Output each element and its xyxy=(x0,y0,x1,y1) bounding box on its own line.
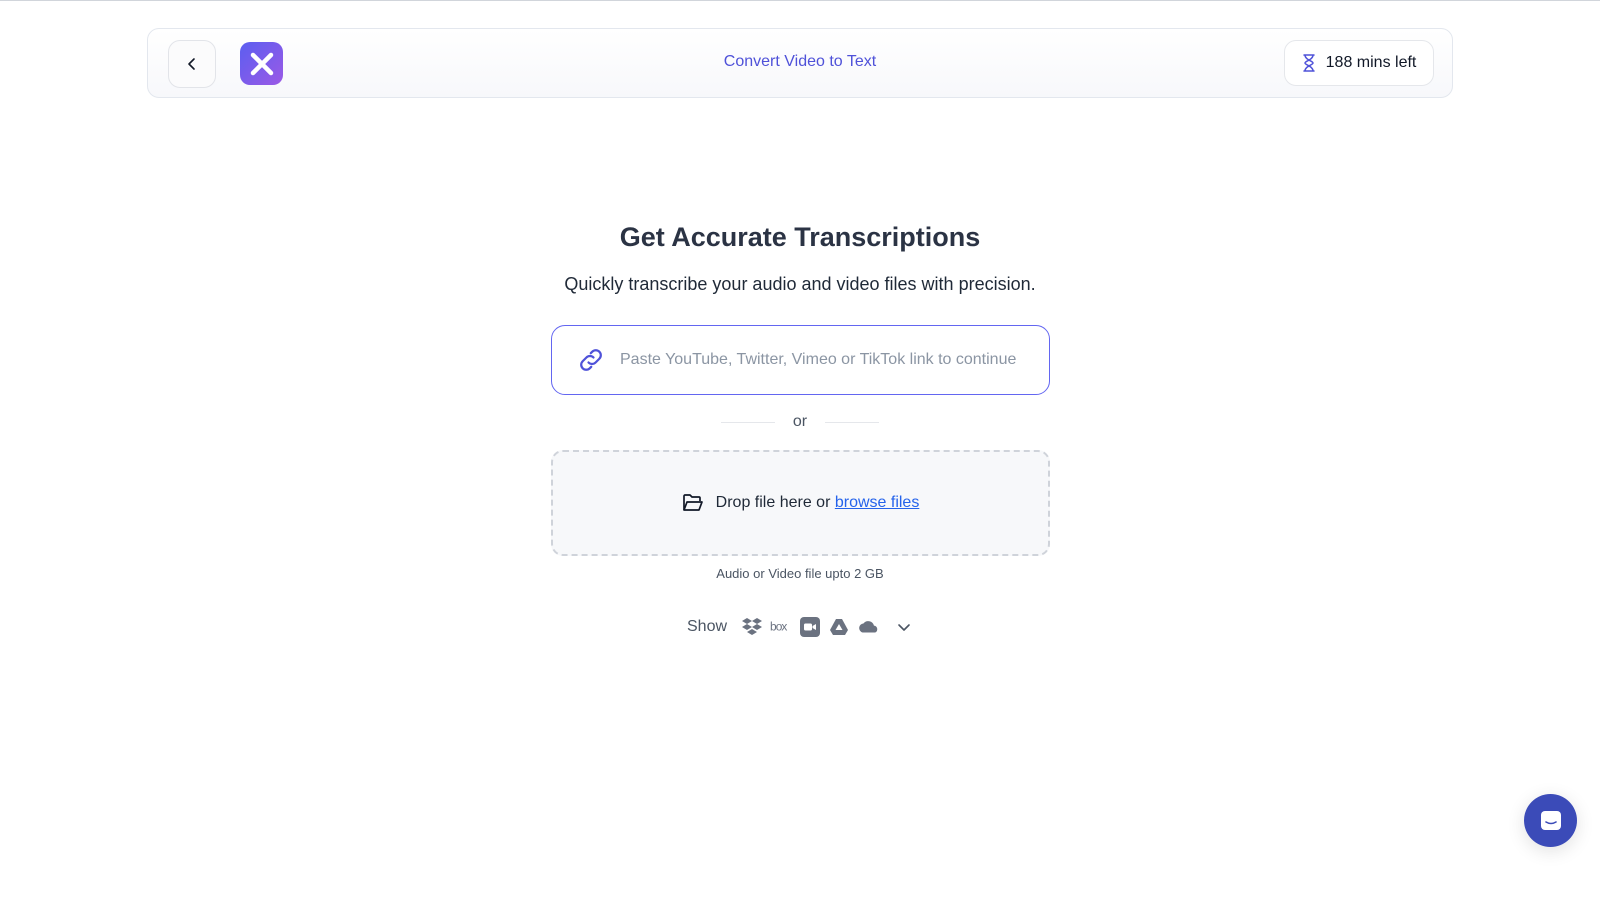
or-label: or xyxy=(792,413,808,430)
minutes-left-text: 188 mins left xyxy=(1325,54,1417,71)
show-label: Show xyxy=(687,618,728,635)
page-title: Convert Video to Text xyxy=(723,53,877,70)
google-drive-icon[interactable] xyxy=(828,616,850,638)
file-dropzone[interactable]: Drop file here or browse files xyxy=(551,450,1050,556)
chat-icon xyxy=(1540,810,1561,830)
header-bar: Convert Video to Text 188 mins left xyxy=(147,28,1453,98)
folder-open-icon xyxy=(682,494,703,511)
dropbox-icon[interactable] xyxy=(741,616,763,638)
headline: Get Accurate Transcriptions xyxy=(619,222,981,252)
chat-support-button[interactable] xyxy=(1524,794,1577,847)
svg-text:box: box xyxy=(770,620,787,634)
top-divider xyxy=(0,0,1600,1)
hourglass-icon xyxy=(1302,54,1315,72)
or-divider: or xyxy=(720,412,880,432)
browse-files-link[interactable]: browse files xyxy=(835,494,919,511)
onedrive-icon[interactable] xyxy=(857,616,879,638)
chevron-down-icon[interactable] xyxy=(897,620,911,634)
cloud-sources-row: Show box xyxy=(687,615,911,639)
link-icon xyxy=(580,349,602,371)
subheadline: Quickly transcribe your audio and video … xyxy=(564,274,1036,294)
minutes-left-badge[interactable]: 188 mins left xyxy=(1284,40,1434,86)
box-icon[interactable]: box xyxy=(770,616,792,638)
zoom-icon[interactable] xyxy=(799,616,821,638)
dropzone-text: Drop file here or xyxy=(715,494,831,511)
file-size-hint: Audio or Video file upto 2 GB xyxy=(716,566,884,581)
video-link-input[interactable] xyxy=(620,351,1028,369)
divider-line-left xyxy=(720,421,775,423)
link-input-container[interactable] xyxy=(551,325,1050,395)
divider-line-right xyxy=(825,421,880,423)
